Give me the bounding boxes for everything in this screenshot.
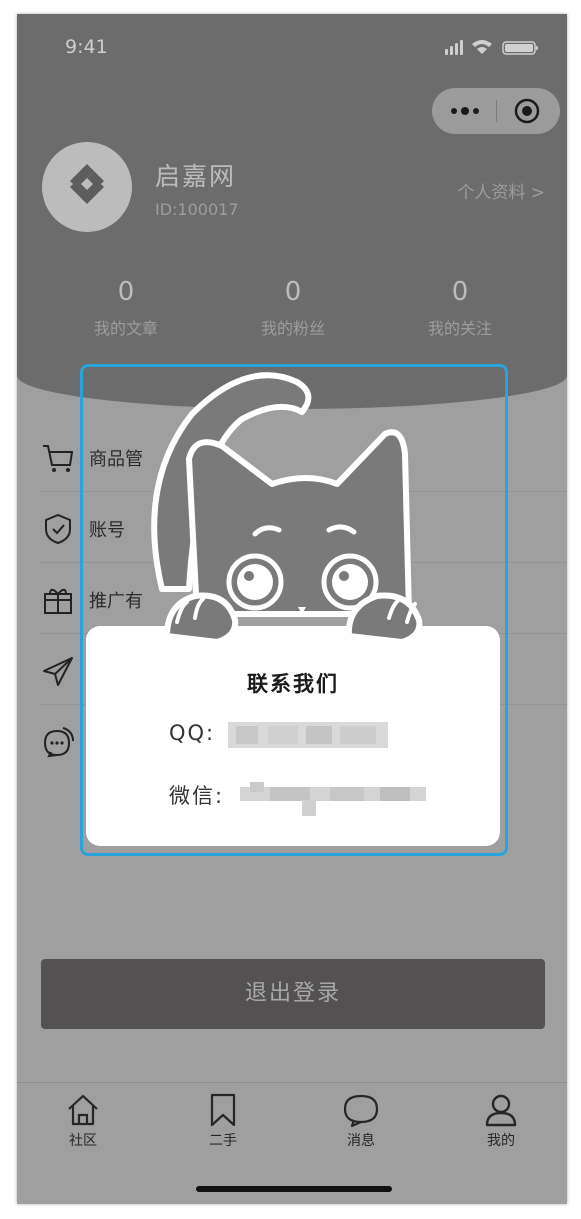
mini-program-capsule: [432, 88, 560, 134]
dialog-title: 联系我们: [247, 672, 339, 696]
more-icon[interactable]: [450, 103, 480, 119]
tab-messages[interactable]: 消息: [321, 1091, 401, 1150]
avatar[interactable]: [42, 142, 132, 232]
tab-label: 二手: [209, 1133, 237, 1149]
home-indicator: [196, 1186, 392, 1192]
stat-articles[interactable]: 0 我的文章: [66, 277, 186, 339]
stat-label: 我的关注: [427, 319, 492, 338]
stat-label: 我的文章: [93, 319, 158, 338]
logo-icon: [70, 164, 104, 204]
bookmark-icon: [210, 1093, 236, 1127]
tab-label: 我的: [487, 1133, 515, 1149]
capsule-divider: [496, 100, 497, 122]
phone-screen: 9:41 启嘉网 ID:100017 个人资料 > 0 我的文章 0 我的粉丝 …: [17, 14, 567, 1204]
user-id: ID:100017: [155, 200, 239, 219]
chat-icon: [43, 727, 74, 758]
gift-icon: [44, 588, 72, 614]
shield-icon: [45, 513, 71, 545]
stat-value: 0: [284, 277, 302, 307]
username: 启嘉网: [155, 162, 237, 191]
stat-value: 0: [451, 277, 469, 307]
profile-link[interactable]: 个人资料 >: [457, 178, 545, 203]
tab-community[interactable]: 社区: [43, 1091, 123, 1150]
wechat-label: 微信:: [169, 784, 225, 808]
qq-label: QQ:: [169, 721, 216, 745]
send-icon: [43, 657, 73, 686]
user-icon: [485, 1094, 517, 1127]
home-icon: [68, 1094, 98, 1126]
stat-label: 我的粉丝: [260, 319, 325, 338]
stat-fans[interactable]: 0 我的粉丝: [233, 277, 353, 339]
tab-secondhand[interactable]: 二手: [183, 1091, 263, 1150]
tab-mine[interactable]: 我的: [461, 1091, 541, 1150]
cart-icon: [43, 445, 74, 472]
message-icon: [343, 1094, 379, 1128]
status-time: 9:41: [65, 36, 108, 58]
stat-following[interactable]: 0 我的关注: [400, 277, 520, 339]
status-icons: [445, 40, 538, 55]
tab-label: 消息: [347, 1133, 375, 1149]
wechat-redacted: [240, 782, 426, 816]
contact-dialog: 联系我们 QQ: 微信:: [86, 626, 500, 846]
wechat-row: 微信:: [169, 780, 224, 810]
logout-button[interactable]: 退出登录: [41, 959, 545, 1029]
stat-value: 0: [117, 277, 135, 307]
close-target-icon[interactable]: [514, 98, 540, 124]
qq-row: QQ:: [169, 721, 215, 745]
qq-redacted: [228, 722, 388, 748]
tab-label: 社区: [69, 1133, 97, 1149]
